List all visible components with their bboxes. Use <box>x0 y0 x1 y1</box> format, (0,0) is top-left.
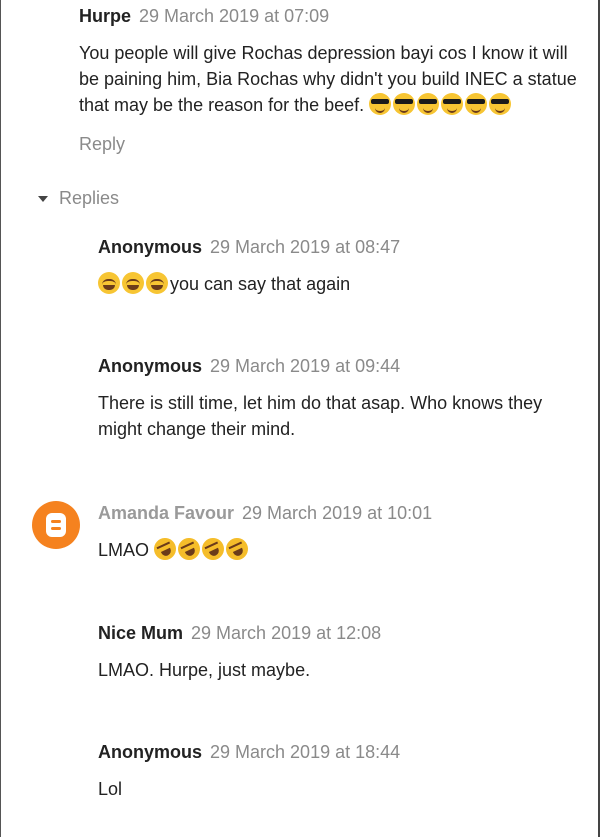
comment-body: you can say that again <box>98 271 594 297</box>
comment-text-line: be paining him, Bia Rochas why didn't yo… <box>79 69 577 89</box>
comment-date[interactable]: 29 March 2019 at 18:44 <box>210 742 400 763</box>
frame-left-border <box>0 0 1 837</box>
comment-header: Hurpe 29 March 2019 at 07:09 <box>79 6 594 27</box>
comment-header: Nice Mum 29 March 2019 at 12:08 <box>98 623 594 644</box>
smiling-emoji-icon <box>146 272 168 294</box>
rolling-laughing-emoji-icon <box>150 534 180 564</box>
comment-author-link[interactable]: Amanda Favour <box>98 503 234 524</box>
comment-date[interactable]: 29 March 2019 at 09:44 <box>210 356 400 377</box>
sunglasses-emoji-icon <box>369 93 392 115</box>
rolling-laughing-emoji-icon <box>198 534 228 564</box>
reply-item: Anonymous 29 March 2019 at 09:44 There i… <box>98 356 594 442</box>
comment-body: There is still time, let him do that asa… <box>98 390 594 442</box>
comment-body: You people will give Rochas depression b… <box>79 40 594 118</box>
sunglasses-emoji-icon <box>417 93 440 115</box>
smile-emoji-group <box>98 272 170 294</box>
sunglasses-emoji-icon <box>489 93 512 115</box>
reply-item: Nice Mum 29 March 2019 at 12:08 LMAO. Hu… <box>98 623 594 683</box>
rofl-emoji-group <box>150 534 252 564</box>
blogger-logo-icon <box>46 513 66 537</box>
comment-text: LMAO <box>98 540 150 560</box>
reply-item: Anonymous 29 March 2019 at 08:47 you can… <box>98 237 594 297</box>
smiling-emoji-icon <box>98 272 120 294</box>
reply-button[interactable]: Reply <box>79 134 594 155</box>
comment-date[interactable]: 29 March 2019 at 10:01 <box>242 503 432 524</box>
comment-header: Amanda Favour 29 March 2019 at 10:01 <box>98 503 594 524</box>
rolling-laughing-emoji-icon <box>222 534 252 564</box>
comment-header: Anonymous 29 March 2019 at 08:47 <box>98 237 594 258</box>
comment-date[interactable]: 29 March 2019 at 07:09 <box>139 6 329 27</box>
sunglasses-emoji-icon <box>441 93 464 115</box>
comment-author: Anonymous <box>98 237 203 257</box>
sunglasses-emoji-icon <box>393 93 416 115</box>
comment-text: you can say that again <box>170 274 351 294</box>
blogger-avatar-icon[interactable] <box>32 501 80 549</box>
comment-header: Anonymous 29 March 2019 at 18:44 <box>98 742 594 763</box>
rolling-laughing-emoji-icon <box>174 534 204 564</box>
comment-text-line: There is still time, let him do that asa… <box>98 393 543 413</box>
replies-label: Replies <box>59 188 120 208</box>
reply-item: Amanda Favour 29 March 2019 at 10:01 LMA… <box>98 503 594 564</box>
comment-date[interactable]: 29 March 2019 at 12:08 <box>191 623 381 644</box>
replies-toggle[interactable]: Replies <box>38 188 119 209</box>
comment-text-line: might change their mind. <box>98 419 296 439</box>
comment-text: LMAO. Hurpe, just maybe. <box>98 660 311 680</box>
reply-item: Anonymous 29 March 2019 at 18:44 Lol <box>98 742 594 802</box>
comment-text-line: that may be the reason for the beef. <box>79 95 365 115</box>
comment-author: Anonymous <box>98 356 203 376</box>
comment-hurpe: Hurpe 29 March 2019 at 07:09 You people … <box>79 6 594 155</box>
comment-body: LMAO <box>98 534 594 564</box>
comment-author: Nice Mum <box>98 623 184 643</box>
comment-body: Lol <box>98 776 594 802</box>
caret-down-icon <box>38 195 48 202</box>
comment-author[interactable]: Hurpe <box>79 6 131 27</box>
comment-text: Lol <box>98 779 123 799</box>
comment-body: LMAO. Hurpe, just maybe. <box>98 657 594 683</box>
comment-text-line: You people will give Rochas depression b… <box>79 43 568 63</box>
comment-header: Anonymous 29 March 2019 at 09:44 <box>98 356 594 377</box>
sunglasses-emoji-group <box>369 93 513 115</box>
comment-text-line-with-emoji: that may be the reason for the beef. <box>79 92 594 118</box>
comment-author: Anonymous <box>98 742 203 762</box>
comment-date[interactable]: 29 March 2019 at 08:47 <box>210 237 400 258</box>
sunglasses-emoji-icon <box>465 93 488 115</box>
smiling-emoji-icon <box>122 272 144 294</box>
